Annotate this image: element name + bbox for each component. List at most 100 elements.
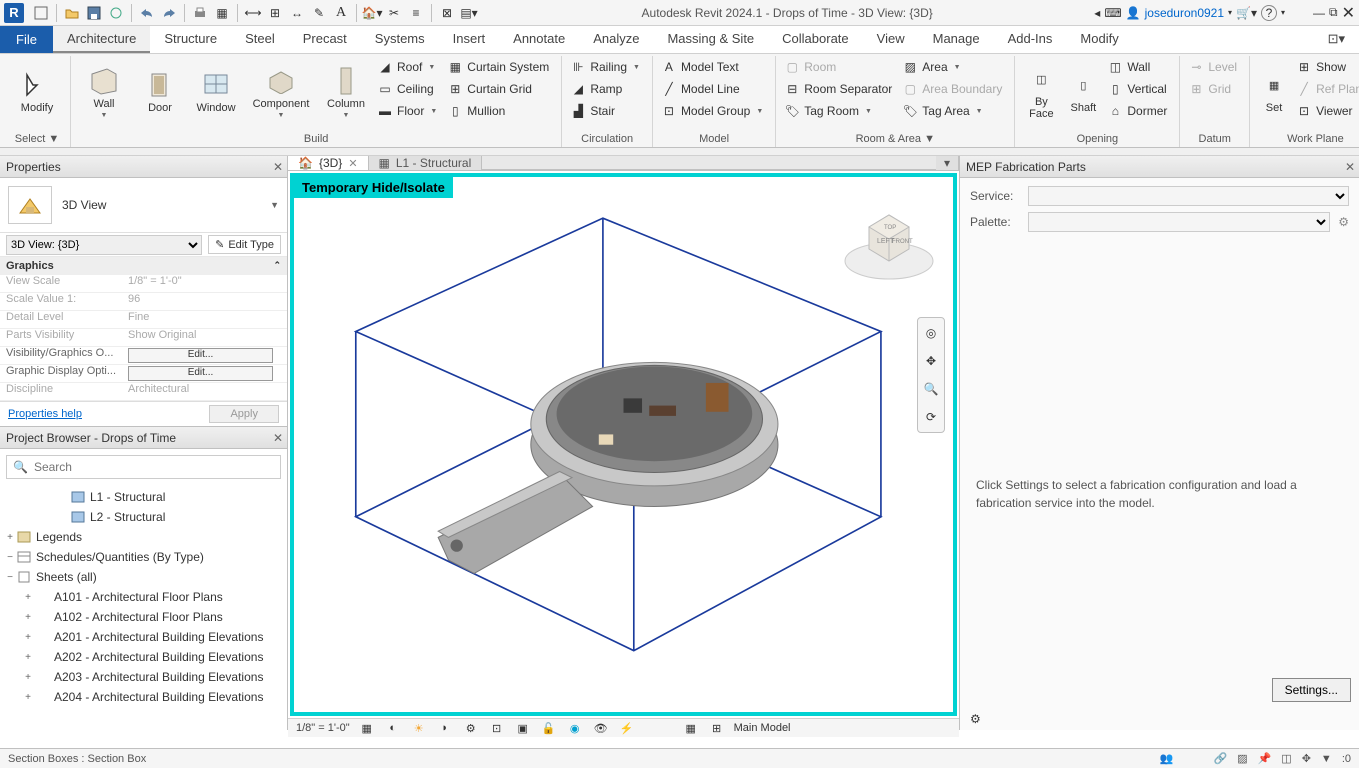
align-icon[interactable]: ⊞ xyxy=(264,2,286,24)
tree-expand-icon[interactable]: + xyxy=(22,612,34,623)
byface-button[interactable]: ◫By Face xyxy=(1021,56,1061,128)
roof-button[interactable]: ◢Roof▼ xyxy=(375,56,443,78)
room-separator-button[interactable]: ⊟Room Separator xyxy=(782,78,898,100)
tab-addins[interactable]: Add-Ins xyxy=(994,26,1067,53)
set-button[interactable]: ▦Set xyxy=(1256,56,1292,128)
tree-expand-icon[interactable]: − xyxy=(4,552,16,563)
model-group-button[interactable]: ⊡Model Group▼ xyxy=(659,100,769,122)
detail-level-icon[interactable]: ▦ xyxy=(358,719,376,737)
view-scale[interactable]: 1/8" = 1'-0" xyxy=(296,722,350,734)
tree-item[interactable]: +A201 - Architectural Building Elevation… xyxy=(0,627,287,647)
thinlines-icon[interactable]: ≡ xyxy=(405,2,427,24)
status-worksets-icon[interactable]: 👥 xyxy=(1160,752,1174,765)
area-button[interactable]: ▨Area▼ xyxy=(900,56,1008,78)
app-exchange-icon[interactable]: 🛒▾ xyxy=(1236,6,1257,20)
default3d-icon[interactable]: 🏠▾ xyxy=(361,2,383,24)
temp-hide-icon[interactable]: ◉ xyxy=(566,719,584,737)
window-button[interactable]: Window xyxy=(189,56,243,128)
drag-icon[interactable]: ✥ xyxy=(1302,752,1311,765)
tree-item[interactable]: L2 - Structural xyxy=(0,507,287,527)
sun-path-icon[interactable]: ☀ xyxy=(410,719,428,737)
ramp-button[interactable]: ◢Ramp xyxy=(568,78,646,100)
type-dropdown-icon[interactable]: ▼ xyxy=(270,200,279,210)
tag-area-button[interactable]: 🏷Tag Area▼ xyxy=(900,100,1008,122)
properties-help-link[interactable]: Properties help xyxy=(8,408,82,420)
tree-item[interactable]: +A202 - Architectural Building Elevation… xyxy=(0,647,287,667)
switch-win-icon[interactable]: ▤▾ xyxy=(458,2,480,24)
modify-button[interactable]: Modify xyxy=(10,56,64,128)
close-tab-icon[interactable]: ✕ xyxy=(348,157,357,170)
restore-icon[interactable]: ⧉ xyxy=(1329,5,1338,20)
view-tab-3d[interactable]: 🏠 {3D} ✕ xyxy=(288,156,369,170)
user-name[interactable]: joseduron0921 xyxy=(1145,6,1224,20)
model-group-label[interactable]: Main Model xyxy=(734,722,791,734)
search-input[interactable] xyxy=(34,460,274,474)
tab-massing[interactable]: Massing & Site xyxy=(653,26,768,53)
railing-button[interactable]: ⊪Railing▼ xyxy=(568,56,646,78)
close-icon[interactable]: ✕ xyxy=(1342,3,1355,23)
ceiling-button[interactable]: ▭Ceiling xyxy=(375,78,443,100)
full-nav-wheel-icon[interactable]: ◎ xyxy=(920,322,942,344)
component-button[interactable]: Component▼ xyxy=(245,56,317,128)
visual-style-icon[interactable]: ◐ xyxy=(384,719,402,737)
zoom-icon[interactable]: 🔍 xyxy=(920,378,942,400)
orbit-icon[interactable]: ⟳ xyxy=(920,406,942,428)
model-line-button[interactable]: ╱Model Line xyxy=(659,78,769,100)
tag-icon[interactable]: ✎ xyxy=(308,2,330,24)
view-tab-l1[interactable]: ▦ L1 - Structural xyxy=(369,156,483,170)
mep-close-icon[interactable]: ✕ xyxy=(1345,160,1355,174)
property-edit-button[interactable]: Edit... xyxy=(128,348,273,363)
tab-analyze[interactable]: Analyze xyxy=(579,26,653,53)
vertical-button[interactable]: ▯Vertical xyxy=(1105,78,1173,100)
search-box[interactable]: 🔍 xyxy=(6,455,281,479)
design-options-icon[interactable]: ⊞ xyxy=(708,719,726,737)
text-icon[interactable]: A xyxy=(330,2,352,24)
undo-icon[interactable] xyxy=(136,2,158,24)
help-icon[interactable]: ? xyxy=(1261,5,1277,21)
shaft-button[interactable]: ▯Shaft xyxy=(1063,56,1103,128)
tree-expand-icon[interactable]: − xyxy=(4,572,16,583)
dim-icon[interactable]: ↔ xyxy=(286,2,308,24)
drawing-canvas[interactable]: Temporary Hide/Isolate xyxy=(290,173,957,716)
redo-icon[interactable] xyxy=(158,2,180,24)
tab-steel[interactable]: Steel xyxy=(231,26,289,53)
crop-region-icon[interactable]: ▣ xyxy=(514,719,532,737)
mep-toolbar-icon[interactable]: ⚙ xyxy=(970,712,981,726)
property-row[interactable]: Visibility/Graphics O...Edit... xyxy=(0,347,287,365)
tab-collaborate[interactable]: Collaborate xyxy=(768,26,863,53)
view-tab-overflow[interactable]: ▾ xyxy=(936,156,959,170)
tab-structure[interactable]: Structure xyxy=(150,26,231,53)
open-icon[interactable] xyxy=(61,2,83,24)
model-text-button[interactable]: AModel Text xyxy=(659,56,769,78)
file-tab[interactable]: File xyxy=(0,26,53,53)
select-links-icon[interactable]: 🔗 xyxy=(1213,752,1227,765)
tree-expand-icon[interactable]: + xyxy=(4,532,16,543)
tree-expand-icon[interactable]: + xyxy=(22,652,34,663)
properties-close-icon[interactable]: ✕ xyxy=(273,160,283,174)
search-icon[interactable]: ◂ xyxy=(1094,6,1100,20)
tree-item[interactable]: +A101 - Architectural Floor Plans xyxy=(0,587,287,607)
tab-architecture[interactable]: Architecture xyxy=(53,26,150,53)
select-face-icon[interactable]: ◫ xyxy=(1281,752,1291,765)
curtain-grid-button[interactable]: ⊞Curtain Grid xyxy=(445,78,555,100)
ribbon-expand-icon[interactable]: ⊡▾ xyxy=(1314,26,1359,53)
floor-button[interactable]: ▬Floor▼ xyxy=(375,100,443,122)
tree-item[interactable]: −Sheets (all) xyxy=(0,567,287,587)
mullion-button[interactable]: ▯Mullion xyxy=(445,100,555,122)
props-category[interactable]: Graphics⌃ xyxy=(0,257,287,275)
viewcube[interactable]: LEFT FRONT TOP xyxy=(839,191,939,291)
tree-item[interactable]: +A204 - Architectural Building Elevation… xyxy=(0,687,287,707)
project-browser-close-icon[interactable]: ✕ xyxy=(273,431,283,445)
select-underlay-icon[interactable]: ▨ xyxy=(1237,752,1247,765)
filter-icon[interactable]: ▼ xyxy=(1321,753,1332,765)
palette-config-icon[interactable]: ⚙ xyxy=(1338,215,1349,229)
crop-icon[interactable]: ⊡ xyxy=(488,719,506,737)
door-button[interactable]: Door xyxy=(133,56,187,128)
property-row[interactable]: Graphic Display Opti...Edit... xyxy=(0,365,287,383)
wall-opening-button[interactable]: ◫Wall xyxy=(1105,56,1173,78)
print-icon[interactable] xyxy=(189,2,211,24)
tab-modify[interactable]: Modify xyxy=(1066,26,1132,53)
tab-insert[interactable]: Insert xyxy=(439,26,500,53)
tab-annotate[interactable]: Annotate xyxy=(499,26,579,53)
qat-home-icon[interactable] xyxy=(30,2,52,24)
